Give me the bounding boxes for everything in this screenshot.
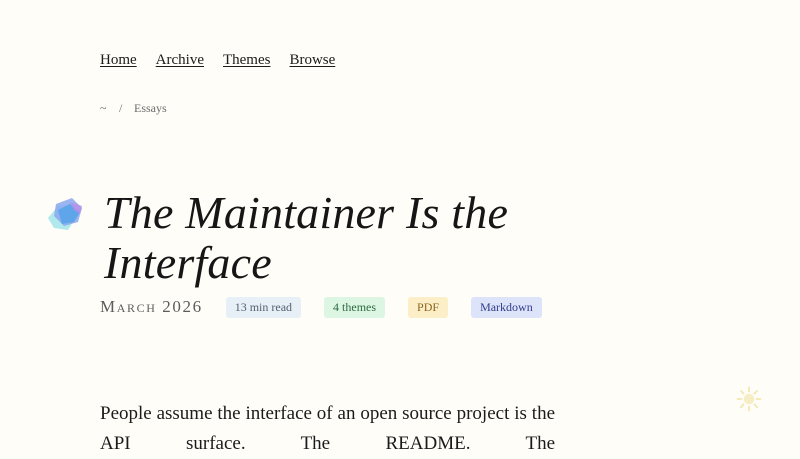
sun-icon[interactable] xyxy=(736,386,762,412)
nav-archive-link[interactable]: Archive xyxy=(156,52,204,69)
article-body: People assume the interface of an open s… xyxy=(100,399,555,459)
breadcrumb: ~ / Essays xyxy=(100,101,167,116)
article-meta: March 2026 13 min read 4 themes PDF Mark… xyxy=(100,296,565,318)
themes-badge[interactable]: 4 themes xyxy=(324,296,386,318)
breadcrumb-separator: / xyxy=(119,101,123,115)
page-title: The Maintainer Is the Interface xyxy=(104,187,509,288)
nav-home-link[interactable]: Home xyxy=(100,52,137,69)
publish-date: March 2026 xyxy=(100,297,203,316)
crystal-logo-icon xyxy=(48,198,82,230)
site-nav: Home Archive Themes Browse xyxy=(100,52,335,69)
nav-browse-link[interactable]: Browse xyxy=(289,52,335,69)
markdown-download-button[interactable]: Markdown xyxy=(471,296,542,318)
breadcrumb-home-link[interactable]: ~ xyxy=(100,101,119,116)
body-line-1: People assume the interface of an open s… xyxy=(100,403,510,424)
read-time-badge: 13 min read xyxy=(225,296,302,318)
breadcrumb-current[interactable]: Essays xyxy=(134,101,167,116)
nav-themes-link[interactable]: Themes xyxy=(223,52,270,69)
pdf-download-button[interactable]: PDF xyxy=(408,296,449,318)
